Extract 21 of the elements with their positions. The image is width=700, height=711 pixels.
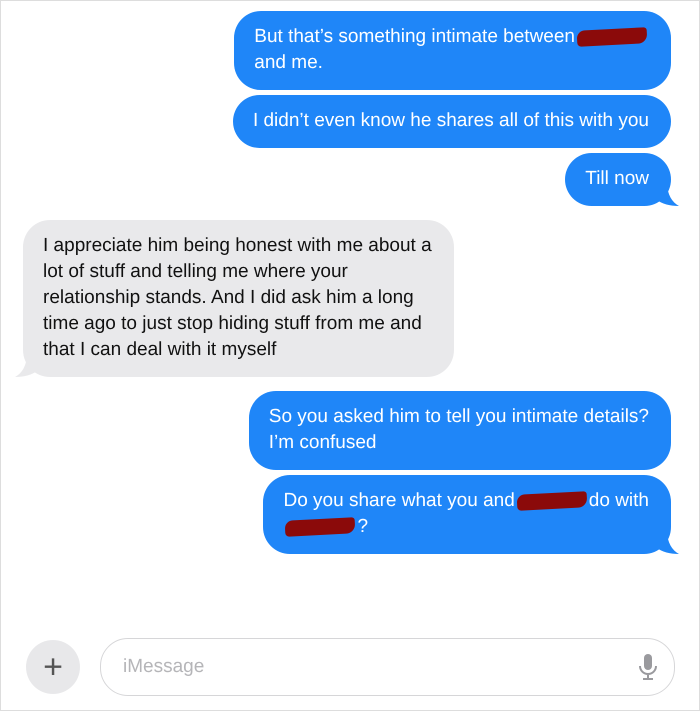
message-text: I didn’t even know he shares all of this with you <box>252 109 649 133</box>
message-text: Do you share what you and <box>283 489 515 513</box>
redaction-mark <box>285 517 356 537</box>
message-text: and me. <box>254 51 323 75</box>
add-button[interactable]: + <box>26 640 80 694</box>
redaction-mark <box>576 27 648 47</box>
message-text: Till now <box>585 167 649 191</box>
message-text: relationship stands. And I did ask him a long <box>43 286 414 310</box>
message-text: So you asked him to tell you intimate details? <box>268 405 649 429</box>
message-text: I’m confused <box>268 431 377 455</box>
message-text: But that’s something intimate between <box>254 25 575 49</box>
microphone-icon[interactable] <box>638 653 658 681</box>
message-text: that I can deal with it myself <box>43 338 276 362</box>
redaction-mark <box>516 491 588 511</box>
message-text: do with <box>588 489 649 513</box>
message-input-field[interactable]: iMessage <box>100 638 675 696</box>
message-text: time ago to just stop hiding stuff from me and <box>43 312 422 336</box>
message-text-input[interactable]: iMessage <box>121 655 638 679</box>
message-text: ? <box>357 515 368 539</box>
message-text: I appreciate him being honest with me about a <box>43 234 432 258</box>
message-text: lot of stuff and telling me where your <box>43 260 348 284</box>
